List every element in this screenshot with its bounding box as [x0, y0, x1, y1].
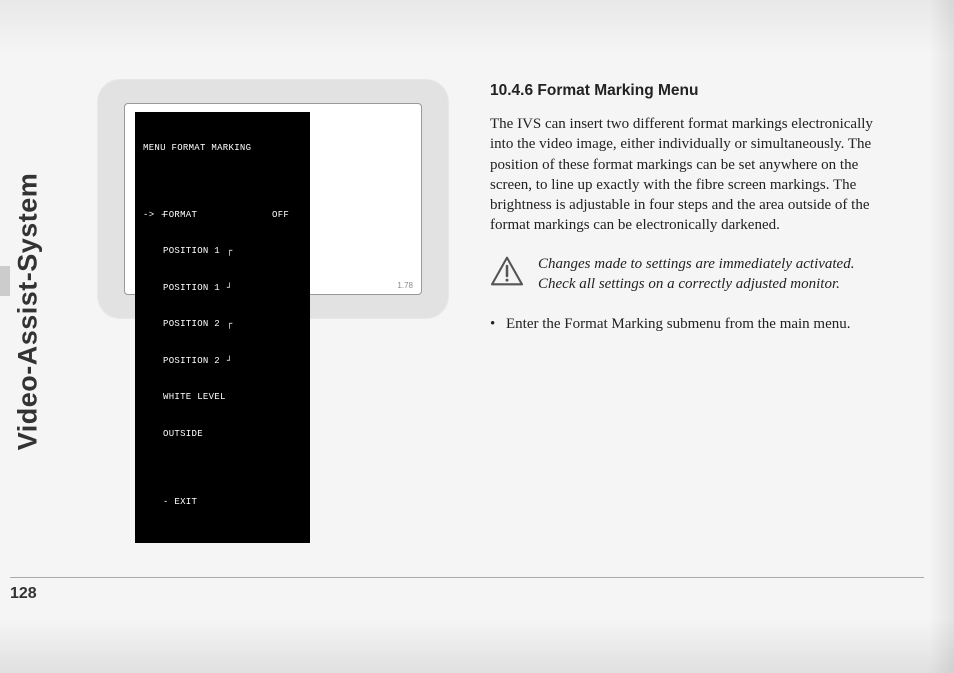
osd-menu-exit: - EXIT	[143, 496, 302, 508]
warning-text: Changes made to settings are immediately…	[538, 254, 890, 295]
firmware-version: 1.78	[397, 281, 413, 290]
osd-menu: MENU FORMAT MARKING -> - FORMAT OFF POSI…	[135, 112, 310, 543]
instruction-list: Enter the Format Marking submenu from th…	[490, 314, 890, 335]
osd-menu-row: POSITION 1 ┌	[143, 245, 302, 257]
osd-menu-row: OUTSIDE	[143, 428, 302, 440]
page-edge-shadow	[929, 0, 954, 673]
page-tab	[0, 266, 10, 296]
instruction-item: Enter the Format Marking submenu from th…	[490, 314, 890, 335]
side-label-text: Video-Assist-System	[13, 173, 44, 451]
osd-menu-row: WHITE LEVEL	[143, 391, 302, 403]
osd-menu-row: POSITION 1 ┘	[143, 282, 302, 294]
section-heading: 10.4.6 Format Marking Menu	[490, 82, 890, 100]
osd-menu-row: POSITION 2 ┘	[143, 355, 302, 367]
content-column: 10.4.6 Format Marking Menu The IVS can i…	[490, 82, 890, 335]
warning-note: Changes made to settings are immediately…	[490, 254, 890, 295]
page-rule	[10, 577, 924, 578]
osd-menu-row: POSITION 2 ┌	[143, 318, 302, 330]
body-paragraph: The IVS can insert two different format …	[490, 114, 890, 236]
screen-frame: MENU FORMAT MARKING -> - FORMAT OFF POSI…	[124, 103, 422, 295]
osd-menu-row: -> - FORMAT OFF	[143, 209, 302, 221]
warning-icon	[490, 256, 524, 291]
menu-screenshot-figure: MENU FORMAT MARKING -> - FORMAT OFF POSI…	[98, 80, 448, 318]
side-label: Video-Assist-System	[10, 40, 46, 583]
page-number: 128	[10, 585, 37, 603]
osd-menu-title: MENU FORMAT MARKING	[143, 142, 302, 154]
